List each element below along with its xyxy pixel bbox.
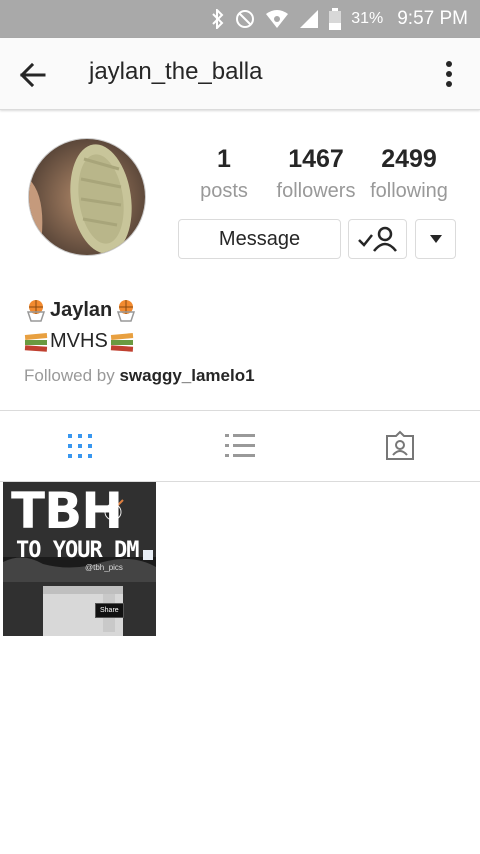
bio-name-text: Jaylan — [50, 298, 113, 321]
post-title: TBH — [11, 482, 123, 540]
caret-down-icon — [429, 235, 442, 243]
tab-list[interactable] — [160, 411, 320, 481]
back-button[interactable] — [18, 60, 48, 90]
suggestions-dropdown-button[interactable] — [415, 219, 456, 259]
followed-by-prefix: Followed by — [24, 366, 120, 385]
bio-line-text: MVHS — [50, 330, 108, 352]
stat-followers[interactable]: 1467 followers — [270, 145, 362, 203]
tab-tagged[interactable] — [320, 411, 480, 481]
post-subtitle: TO YOUR DM — [16, 538, 139, 563]
post-handle: @tbh_pics — [85, 563, 123, 572]
followers-label: followers — [276, 180, 356, 202]
more-vertical-icon — [446, 61, 452, 87]
books-emoji — [110, 332, 134, 352]
action-bar: jaylan_the_balla — [0, 38, 480, 110]
grid-icon — [68, 434, 92, 458]
page-title: jaylan_the_balla — [89, 58, 263, 85]
battery-icon — [329, 8, 342, 30]
tagged-icon — [386, 430, 414, 460]
followers-count: 1467 — [288, 145, 344, 173]
list-icon — [225, 434, 255, 457]
bio-line: MVHS — [24, 330, 134, 353]
profile-tabs — [0, 410, 480, 482]
battery-percent: 31% — [351, 10, 384, 27]
books-emoji — [24, 332, 48, 352]
wifi-icon — [265, 9, 289, 29]
message-button[interactable]: Message — [178, 219, 341, 259]
following-check-icon — [357, 226, 397, 252]
overflow-menu-button[interactable] — [444, 60, 454, 90]
do-not-disturb-icon — [235, 9, 255, 29]
stat-following[interactable]: 2499 following — [362, 145, 456, 203]
followed-by[interactable]: Followed by swaggy_lamelo1 — [24, 366, 255, 386]
bio-name: Jaylan — [24, 298, 138, 322]
profile-stats: 1 posts 1467 followers 2499 following — [178, 145, 456, 209]
bluetooth-icon — [211, 9, 225, 29]
basketball-hoop-emoji — [117, 300, 136, 322]
followed-by-user[interactable]: swaggy_lamelo1 — [119, 366, 254, 385]
signal-icon — [299, 9, 319, 29]
status-bar: 31% 9:57 PM — [0, 0, 480, 38]
clock: 9:57 PM — [397, 8, 468, 29]
avatar[interactable] — [28, 138, 146, 256]
following-label: following — [370, 180, 448, 202]
posts-count: 1 — [217, 145, 231, 173]
arrow-left-icon — [19, 62, 46, 88]
post-thumbnail[interactable]: TBH TO YOUR DM @tbh_pics Share — [3, 482, 156, 636]
post-share-label: Share — [95, 603, 124, 618]
posts-label: posts — [200, 180, 248, 202]
following-count: 2499 — [381, 145, 437, 173]
basketball-hoop-emoji — [26, 300, 46, 322]
stat-posts[interactable]: 1 posts — [178, 145, 270, 203]
following-button[interactable] — [348, 219, 407, 259]
tab-grid[interactable] — [0, 411, 160, 481]
